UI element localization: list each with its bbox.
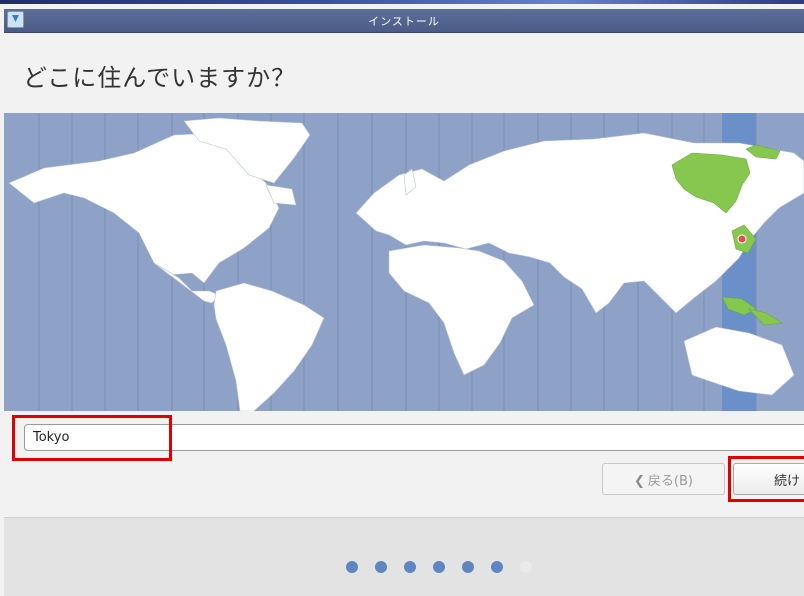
back-button-label: 戻る(B) — [647, 473, 693, 489]
continue-button-label: 続け — [774, 473, 801, 489]
desktop-background — [0, 0, 804, 4]
world-map — [4, 113, 804, 411]
location-marker — [737, 234, 747, 244]
step-dot — [404, 561, 416, 573]
chevron-left-icon: ❮ — [634, 473, 645, 489]
continue-button[interactable]: 続け — [733, 463, 804, 495]
progress-footer — [4, 517, 804, 596]
step-dot — [462, 561, 474, 573]
timezone-field[interactable] — [24, 424, 804, 451]
installer-page: どこに住んでいますか？ Tokyo ❮ 戻る(B) 続け — [4, 33, 804, 596]
window-titlebar[interactable]: インストール — [4, 9, 804, 33]
step-dot-pending — [520, 561, 532, 573]
step-dot — [491, 561, 503, 573]
page-title: どこに住んでいますか？ — [23, 64, 297, 92]
step-dot — [375, 561, 387, 573]
step-indicator — [346, 561, 532, 573]
timezone-map[interactable] — [4, 113, 804, 411]
window-title: インストール — [368, 15, 440, 28]
step-dot — [433, 561, 445, 573]
back-button[interactable]: ❮ 戻る(B) — [602, 463, 725, 495]
step-dot — [346, 561, 358, 573]
timezone-input[interactable] — [25, 425, 804, 450]
